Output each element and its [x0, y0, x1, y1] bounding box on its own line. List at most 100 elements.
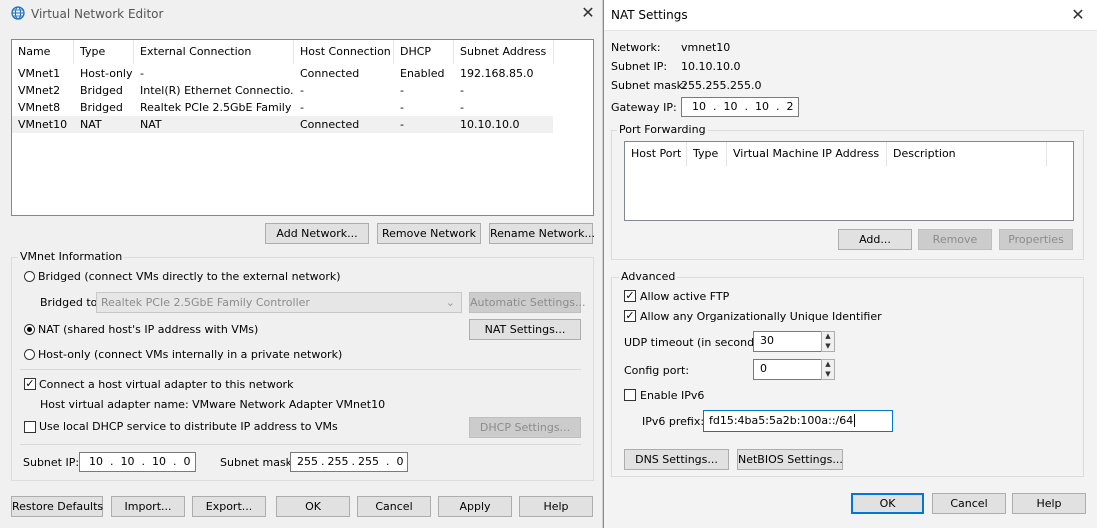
virtual-network-editor-window: Virtual Network Editor ✕ Name Type Exter…: [0, 0, 603, 528]
column-header-dhcp[interactable]: DHCP: [394, 40, 454, 64]
spin-down-icon[interactable]: ▼: [822, 342, 834, 352]
allow-oui-label[interactable]: Allow any Organizationally Unique Identi…: [640, 310, 882, 323]
allow-oui-checkbox[interactable]: ✓: [624, 310, 636, 322]
import-button[interactable]: Import...: [111, 496, 185, 517]
cell-dhcp: -: [400, 118, 404, 131]
spin-down-icon[interactable]: ▼: [822, 370, 834, 380]
udp-timeout-spinner[interactable]: ▲ ▼: [821, 331, 835, 352]
subnet-mask-value: 255.255.255.0: [681, 79, 762, 92]
ip-octet: 2: [786, 100, 794, 113]
column-header-host-connection[interactable]: Host Connection: [294, 40, 394, 64]
cell-type: Bridged: [80, 84, 123, 97]
cell-external: NAT: [140, 118, 162, 131]
remove-network-button[interactable]: Remove Network: [377, 223, 481, 244]
adapter-name-text: Host virtual adapter name: VMware Networ…: [40, 398, 386, 411]
column-header-external-connection[interactable]: External Connection: [134, 40, 294, 64]
column-header-name[interactable]: Name: [12, 40, 74, 64]
help-button[interactable]: Help: [1012, 493, 1086, 514]
table-row[interactable]: VMnet2 Bridged Intel(R) Ethernet Connect…: [12, 82, 554, 99]
remove-port-forward-button[interactable]: Remove: [918, 229, 992, 250]
subnet-ip-value: 10.10.10.0: [681, 60, 741, 73]
config-port-input[interactable]: 0: [753, 359, 823, 380]
cell-type: Bridged: [80, 101, 123, 114]
ok-button[interactable]: OK: [851, 493, 924, 514]
cell-name: VMnet8: [18, 101, 61, 114]
column-header-description[interactable]: Description: [887, 142, 1047, 166]
column-header-type[interactable]: Type: [687, 142, 727, 166]
config-port-spinner[interactable]: ▲ ▼: [821, 359, 835, 380]
enable-ipv6-checkbox[interactable]: [624, 389, 636, 401]
properties-button[interactable]: Properties: [999, 229, 1073, 250]
column-header-subnet-address[interactable]: Subnet Address: [454, 40, 554, 64]
automatic-settings-button[interactable]: Automatic Settings...: [469, 292, 586, 313]
network-list-header: Name Type External Connection Host Conne…: [12, 40, 554, 64]
network-list[interactable]: Name Type External Connection Host Conne…: [11, 39, 594, 216]
close-icon[interactable]: ✕: [578, 3, 598, 23]
apply-button[interactable]: Apply: [438, 496, 512, 517]
cell-name: VMnet1: [18, 67, 61, 80]
subnet-ip-field[interactable]: 10. 10. 10. 0: [79, 452, 196, 472]
ip-octet: 10: [120, 455, 135, 468]
table-row[interactable]: VMnet8 Bridged Realtek PCIe 2.5GbE Famil…: [12, 99, 554, 116]
cell-host: Connected: [300, 67, 360, 80]
ip-octet: 10: [89, 455, 103, 468]
add-port-forward-button[interactable]: Add...: [838, 229, 912, 250]
column-header-host-port[interactable]: Host Port: [625, 142, 687, 166]
enable-ipv6-label[interactable]: Enable IPv6: [640, 389, 704, 402]
host-only-radio[interactable]: [24, 349, 35, 360]
ipv6-prefix-input[interactable]: fd15:4ba5:5a2b:100a::/64: [703, 410, 893, 432]
ok-button[interactable]: OK: [276, 496, 350, 517]
allow-ftp-label[interactable]: Allow active FTP: [640, 290, 729, 303]
host-only-label[interactable]: Host-only (connect VMs internally in a p…: [38, 348, 342, 361]
config-port-label: Config port:: [624, 364, 690, 377]
ip-octet: 10: [692, 100, 706, 113]
divider: [20, 369, 581, 370]
bridged-to-select[interactable]: Realtek PCIe 2.5GbE Family Controller ⌄: [96, 292, 462, 313]
nat-settings-button[interactable]: NAT Settings...: [469, 319, 581, 340]
dns-settings-button[interactable]: DNS Settings...: [624, 449, 729, 470]
netbios-settings-button[interactable]: NetBIOS Settings...: [737, 449, 843, 470]
use-dhcp-checkbox[interactable]: [24, 421, 36, 433]
allow-ftp-checkbox[interactable]: ✓: [624, 290, 636, 302]
table-row[interactable]: VMnet1 Host-only - Connected Enabled 192…: [12, 65, 554, 82]
ip-octet: 0: [183, 455, 191, 468]
udp-timeout-label: UDP timeout (in seconds):: [624, 336, 768, 349]
nat-window-title: NAT Settings: [611, 8, 688, 22]
column-header-vm-ip[interactable]: Virtual Machine IP Address: [727, 142, 887, 166]
add-network-button[interactable]: Add Network...: [265, 223, 369, 244]
bridged-radio[interactable]: [24, 271, 35, 282]
spin-up-icon[interactable]: ▲: [822, 360, 834, 370]
cancel-button[interactable]: Cancel: [932, 493, 1006, 514]
subnet-mask-field[interactable]: 255. 255. 255. 0: [290, 452, 408, 472]
config-port-value: 0: [760, 362, 767, 375]
nat-label[interactable]: NAT (shared host's IP address with VMs): [38, 323, 258, 336]
connect-adapter-checkbox[interactable]: ✓: [24, 378, 36, 390]
vne-title-bar: Virtual Network Editor ✕: [0, 0, 602, 28]
connect-adapter-label[interactable]: Connect a host virtual adapter to this n…: [39, 378, 293, 391]
nat-radio[interactable]: [24, 324, 35, 335]
bridged-label[interactable]: Bridged (connect VMs directly to the ext…: [38, 270, 341, 283]
restore-defaults-button[interactable]: Restore Defaults: [11, 496, 103, 517]
ipv6-prefix-label: IPv6 prefix:: [642, 415, 705, 428]
gateway-ip-label: Gateway IP:: [611, 101, 677, 114]
export-button[interactable]: Export...: [192, 496, 266, 517]
use-dhcp-label[interactable]: Use local DHCP service to distribute IP …: [39, 420, 338, 433]
cancel-button[interactable]: Cancel: [357, 496, 431, 517]
udp-timeout-input[interactable]: 30: [753, 331, 823, 352]
help-button[interactable]: Help: [519, 496, 593, 517]
cell-subnet: 192.168.85.0: [460, 67, 534, 80]
close-icon[interactable]: ✕: [1068, 5, 1088, 25]
ip-octet: 10: [723, 100, 738, 113]
spin-up-icon[interactable]: ▲: [822, 332, 834, 342]
port-forwarding-list[interactable]: Host Port Type Virtual Machine IP Addres…: [624, 141, 1074, 221]
globe-icon: [11, 6, 25, 20]
table-row-selected[interactable]: VMnet10 NAT NAT Connected - 10.10.10.0: [12, 116, 554, 133]
rename-network-button[interactable]: Rename Network...: [489, 223, 595, 244]
dhcp-settings-button[interactable]: DHCP Settings...: [469, 417, 581, 438]
gateway-ip-field[interactable]: 10. 10. 10. 2: [681, 97, 799, 117]
ip-octet: 10: [152, 455, 166, 468]
column-header-type[interactable]: Type: [74, 40, 134, 64]
vmnet-information-label: VMnet Information: [18, 250, 125, 263]
divider: [20, 444, 581, 445]
chevron-down-icon: ⌄: [445, 296, 455, 309]
